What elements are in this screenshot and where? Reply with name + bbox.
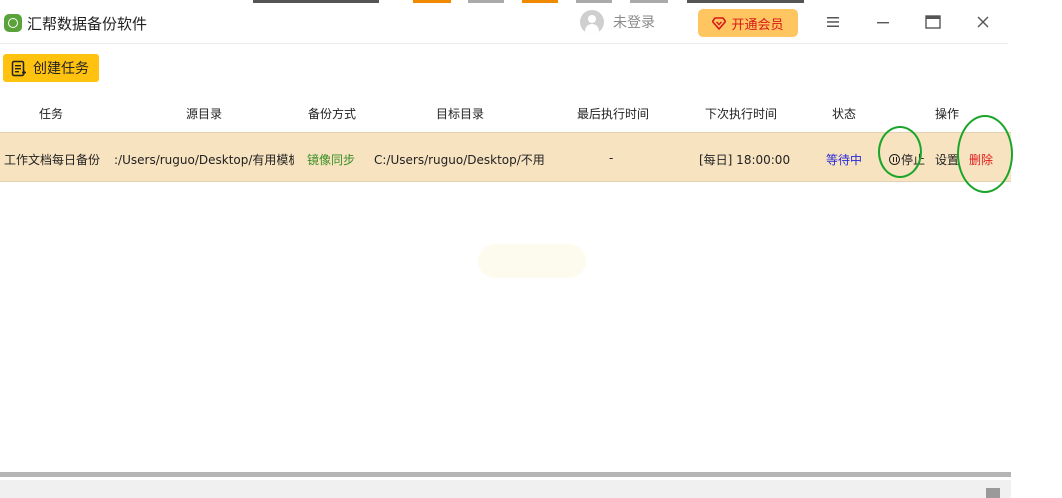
horizontal-scrollbar[interactable] — [0, 472, 1011, 477]
vip-label: 开通会员 — [731, 17, 784, 33]
app-title: 汇帮数据备份软件 — [27, 15, 148, 33]
task-name: 工作文档每日备份 — [4, 153, 101, 167]
avatar[interactable] — [580, 10, 604, 34]
scroll-thumb[interactable] — [986, 488, 1000, 498]
column-header-task: 任务 — [39, 107, 64, 121]
title-bar: 汇帮数据备份软件 未登录 开通会员 — [0, 0, 1008, 44]
maximize-button[interactable] — [922, 11, 944, 33]
column-header-target: 目标目录 — [436, 107, 485, 121]
column-header-last-run: 最后执行时间 — [577, 107, 650, 121]
next-run-time: [每日] 18:00:00 — [699, 153, 791, 167]
column-header-mode: 备份方式 — [308, 107, 357, 121]
close-icon — [977, 16, 989, 28]
login-area[interactable]: 未登录 — [580, 10, 655, 34]
highlight-ring-delete — [957, 115, 1013, 193]
menu-button[interactable] — [822, 11, 844, 33]
settings-button[interactable]: 设置 — [935, 151, 959, 168]
minimize-button[interactable] — [872, 11, 894, 33]
menu-icon — [827, 17, 839, 27]
task-list-icon — [11, 60, 26, 76]
create-task-label: 创建任务 — [33, 61, 89, 77]
source-dir: :/Users/ruguo/Desktop/有用模板 — [114, 153, 294, 167]
close-button[interactable] — [972, 11, 994, 33]
app-logo-icon — [4, 14, 22, 32]
bottom-bar — [0, 480, 1011, 498]
backup-mode: 镜像同步 — [307, 153, 356, 167]
toast-placeholder — [478, 244, 586, 278]
column-header-source: 源目录 — [186, 107, 223, 121]
maximize-icon — [925, 15, 941, 29]
last-run-time: - — [609, 151, 614, 165]
status-badge: 等待中 — [826, 153, 863, 167]
diamond-icon — [712, 16, 727, 30]
highlight-ring-stop — [878, 126, 922, 178]
column-header-actions: 操作 — [935, 107, 960, 121]
target-dir: C:/Users/ruguo/Desktop/不用 — [374, 153, 545, 167]
column-header-status: 状态 — [832, 107, 857, 121]
login-status[interactable]: 未登录 — [613, 12, 655, 32]
minimize-icon — [877, 22, 889, 24]
vip-button[interactable]: 开通会员 — [698, 9, 798, 37]
column-header-next-run: 下次执行时间 — [705, 107, 778, 121]
create-task-button[interactable]: 创建任务 — [3, 54, 99, 82]
